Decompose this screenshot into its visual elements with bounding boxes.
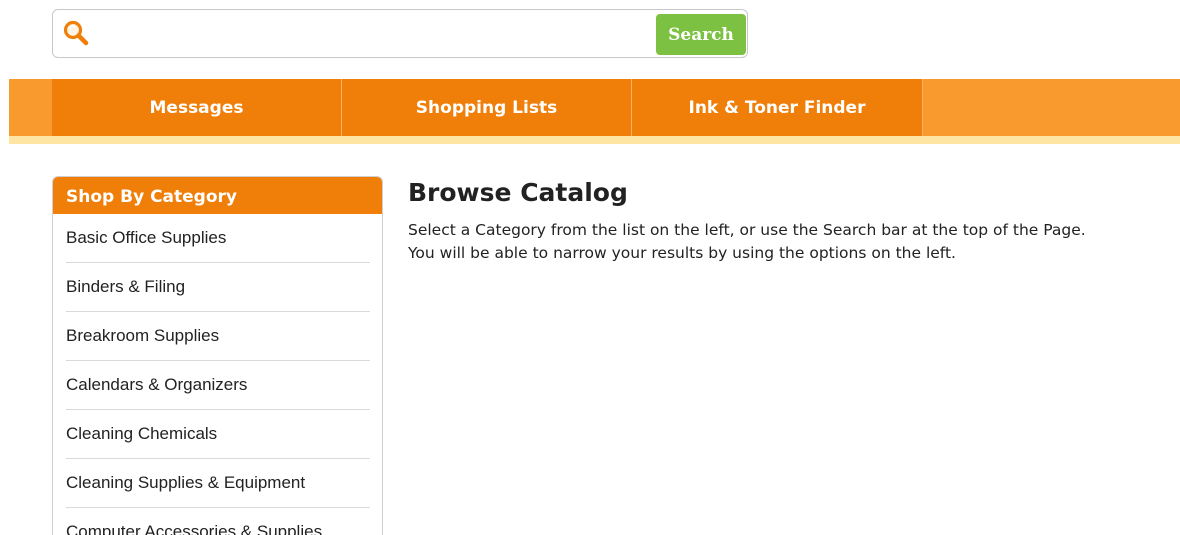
page-description: Select a Category from the list on the l… <box>408 219 1168 265</box>
category-panel: Shop By Category Basic Office Supplies B… <box>52 176 383 535</box>
category-item-binders-filing[interactable]: Binders & Filing <box>66 263 370 312</box>
nav-tabs: Messages Shopping Lists Ink & Toner Find… <box>52 79 923 136</box>
page-title: Browse Catalog <box>408 178 628 207</box>
search-bar: Search <box>52 9 748 58</box>
page-description-line-2: You will be able to narrow your results … <box>408 244 956 262</box>
tab-shopping-lists[interactable]: Shopping Lists <box>342 79 632 136</box>
category-item-calendars-organizers[interactable]: Calendars & Organizers <box>66 361 370 410</box>
category-item-breakroom-supplies[interactable]: Breakroom Supplies <box>66 312 370 361</box>
search-input[interactable] <box>99 16 653 52</box>
tab-messages[interactable]: Messages <box>52 79 342 136</box>
category-list: Basic Office Supplies Binders & Filing B… <box>53 214 382 535</box>
category-item-basic-office-supplies[interactable]: Basic Office Supplies <box>66 214 370 263</box>
search-button[interactable]: Search <box>656 14 746 55</box>
category-panel-title: Shop By Category <box>53 177 382 214</box>
page-description-line-1: Select a Category from the list on the l… <box>408 221 1086 239</box>
category-item-computer-accessories-supplies[interactable]: Computer Accessories & Supplies <box>66 508 370 535</box>
tab-ink-toner-finder[interactable]: Ink & Toner Finder <box>632 79 923 136</box>
category-item-cleaning-supplies-equipment[interactable]: Cleaning Supplies & Equipment <box>66 459 370 508</box>
search-icon <box>63 20 89 46</box>
nav-bar-underline <box>9 136 1180 144</box>
category-item-cleaning-chemicals[interactable]: Cleaning Chemicals <box>66 410 370 459</box>
